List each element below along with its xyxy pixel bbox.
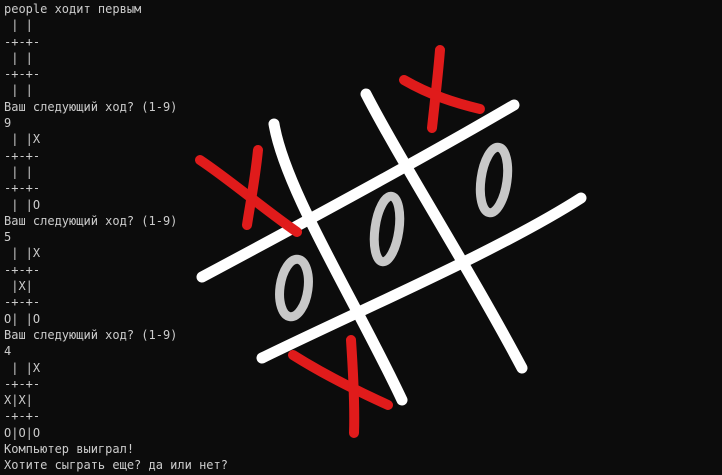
x-mark bbox=[346, 335, 360, 438]
x-mark bbox=[399, 75, 485, 114]
x-marks bbox=[195, 45, 485, 438]
tic-tac-toe-drawing bbox=[195, 45, 587, 438]
grid-line bbox=[360, 88, 528, 374]
x-mark bbox=[242, 145, 263, 230]
o-mark bbox=[369, 191, 405, 267]
x-mark bbox=[288, 350, 393, 410]
o-mark bbox=[275, 254, 313, 322]
o-mark bbox=[475, 142, 513, 218]
